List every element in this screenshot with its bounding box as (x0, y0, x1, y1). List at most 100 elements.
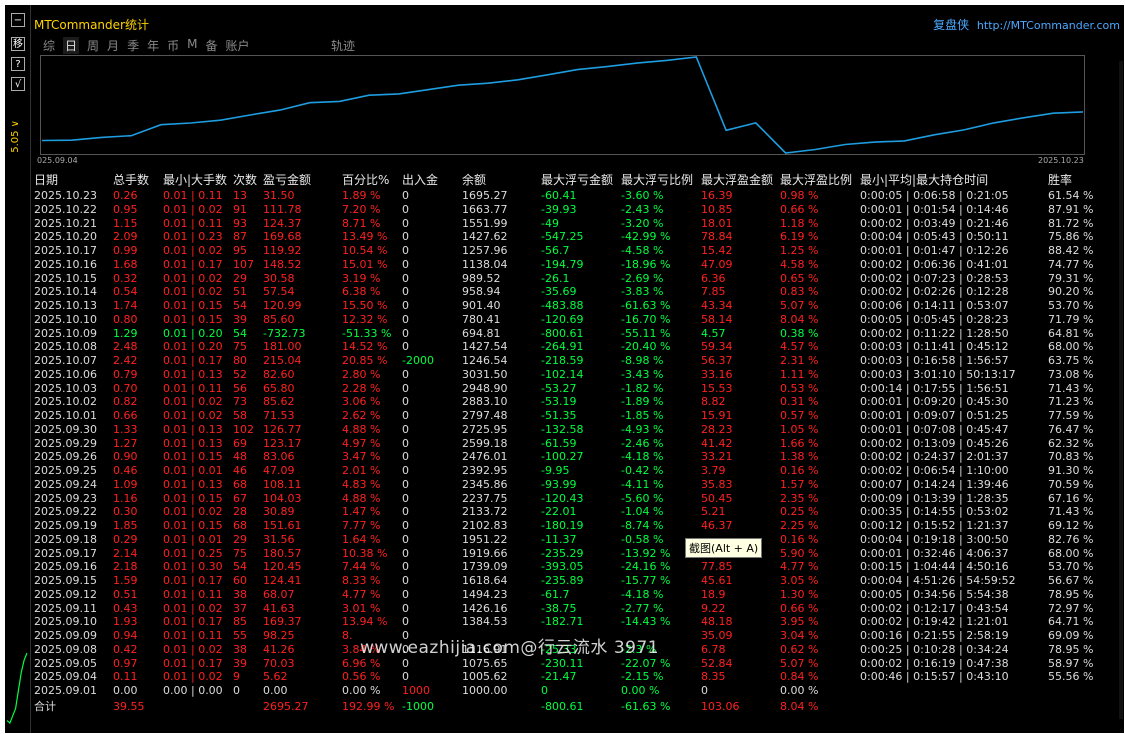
cell-col-3: 68 (233, 519, 247, 532)
cell-col-13: 77.59 % (1048, 409, 1094, 422)
cell-col-5: 2.01 % (342, 464, 381, 477)
cell-col-4: 111.78 (263, 202, 302, 216)
cell-col-10: 77.85 (701, 560, 733, 574)
brand-link[interactable]: http://MTCommander.com (977, 19, 1120, 32)
cell-col-12: 0:00:25 | 0:10:28 | 0:34:24 (860, 642, 1009, 656)
cell-col-10: 50.45 (701, 491, 733, 505)
cell-col-13: 58.97 % (1048, 656, 1094, 670)
cell-col-11: 1.05 % (780, 422, 819, 436)
tab-2[interactable]: 周 (87, 37, 99, 54)
cell-col-0: 2025.09.24 (34, 477, 97, 491)
cell-col-11: 0.16 % (780, 532, 819, 546)
cell-col-1: 0.66 (113, 409, 138, 422)
cell-col-0: 2025.10.20 (34, 230, 97, 244)
tab-trace[interactable]: 轨迹 (331, 37, 355, 54)
cell-col-5: 13.49 % (342, 230, 388, 244)
tab-0[interactable]: 综 (43, 37, 55, 54)
cell-col-8: -26.1 (541, 271, 570, 285)
cell-col-9: -13.92 % (621, 546, 671, 560)
cell-col-0: 2025.09.26 (34, 450, 97, 464)
tab-7[interactable]: M (187, 37, 197, 54)
chart-end-date: 2025.10.23 (1038, 156, 1084, 165)
cell-col-8: -235.29 (541, 546, 584, 560)
cell-col-5: 1.89 % (342, 189, 381, 202)
vertical-scrollbar[interactable] (1119, 61, 1123, 719)
cell-col-3: 67 (233, 491, 247, 505)
cell-col-0: 2025.09.22 (34, 505, 97, 519)
cell-col-7: 1427.62 (462, 230, 508, 244)
cell-col-0: 日期 (34, 173, 59, 187)
cell-col-2: 0.01 | 0.11 (163, 216, 223, 230)
cell-col-0: 2025.10.07 (34, 354, 97, 367)
cell-col-3: 91 (233, 202, 247, 216)
cell-col-6: 0 (402, 257, 409, 271)
cell-col-4: 215.04 (263, 354, 302, 367)
cell-col-4: 98.25 (263, 629, 295, 642)
cell-col-2: 0.01 | 0.11 (163, 629, 223, 642)
cell-col-7: 1005.62 (462, 670, 508, 684)
cell-col-4: 41.26 (263, 642, 295, 656)
cell-col-5: 192.99 % (342, 699, 395, 713)
cell-col-7: 2476.01 (462, 450, 508, 464)
cell-col-9: -2.77 % (621, 601, 664, 615)
cell-col-11: 0.16 % (780, 464, 819, 477)
cell-col-4: 65.80 (263, 381, 295, 395)
cell-col-0: 2025.09.12 (34, 587, 97, 601)
tab-3[interactable]: 月 (107, 37, 119, 54)
cell-col-3: 55 (233, 629, 247, 642)
cell-col-13: 69.09 % (1048, 629, 1094, 642)
cell-col-4: -732.73 (263, 326, 306, 340)
cell-col-8: -51.35 (541, 409, 577, 422)
tab-4[interactable]: 季 (127, 37, 139, 54)
tab-8[interactable]: 备 (205, 37, 217, 54)
chart-start-date: 025.09.04 (37, 156, 78, 165)
cell-col-4: 30.58 (263, 271, 295, 285)
cell-col-4: 31.50 (263, 189, 295, 202)
cell-col-8: -102.14 (541, 367, 584, 381)
cell-col-2: 0.01 | 0.11 (163, 381, 223, 395)
cell-col-5: 0.00 % (342, 684, 381, 697)
cell-col-6: 0 (402, 656, 409, 670)
cell-col-5: 4.97 % (342, 436, 381, 450)
cell-col-4: 119.92 (263, 244, 302, 257)
cell-col-5: 1.47 % (342, 505, 381, 519)
cell-col-8: -182.71 (541, 615, 584, 629)
move-button[interactable]: 移 (11, 37, 25, 51)
cell-col-11: 0.62 % (780, 642, 819, 656)
cell-col-4: 85.62 (263, 395, 295, 409)
cell-col-2: 0.01 | 0.15 (163, 491, 223, 505)
cell-col-6: 0 (402, 230, 409, 244)
minimize-button[interactable]: − (11, 13, 25, 27)
cell-col-3: 54 (233, 299, 247, 312)
cell-col-4: 124.41 (263, 574, 302, 587)
cell-col-2: 0.01 | 0.17 (163, 257, 223, 271)
cell-col-3: 48 (233, 450, 247, 464)
check-button[interactable]: √ (11, 77, 25, 91)
cell-col-3: 68 (233, 477, 247, 491)
cell-col-7: 1951.22 (462, 532, 508, 546)
cell-col-8: -132.58 (541, 422, 584, 436)
tab-6[interactable]: 币 (167, 37, 179, 54)
tab-5[interactable]: 年 (147, 37, 159, 54)
cell-col-11: 0.98 % (780, 189, 819, 202)
cell-col-6: 0 (402, 601, 409, 615)
help-button[interactable]: ? (11, 57, 25, 71)
cell-col-11: 2.35 % (780, 491, 819, 505)
cell-col-12: 0:00:12 | 0:15:52 | 1:21:37 (860, 519, 1009, 532)
cell-col-2: 0.01 | 0.25 (163, 546, 223, 560)
tab-9[interactable]: 账户 (225, 37, 249, 54)
cell-col-1: 0.90 (113, 450, 138, 464)
tab-1[interactable]: 日 (63, 37, 80, 54)
cell-col-6: 0 (402, 216, 409, 230)
cell-col-10: 6.78 (701, 642, 726, 656)
cell-col-6: 0 (402, 299, 409, 312)
cell-col-9: 最大浮亏比例 (621, 173, 694, 187)
mini-price-line (6, 652, 28, 724)
cell-col-2: 0.01 | 0.02 (163, 409, 223, 422)
cell-col-9: -55.11 % (621, 326, 671, 340)
cell-col-9: -0.58 % (621, 532, 664, 546)
cell-col-4: 120.99 (263, 299, 302, 312)
cell-col-1: 1.93 (113, 615, 138, 629)
cell-col-1: 1.85 (113, 519, 138, 532)
cell-col-8: -11.37 (541, 532, 577, 546)
